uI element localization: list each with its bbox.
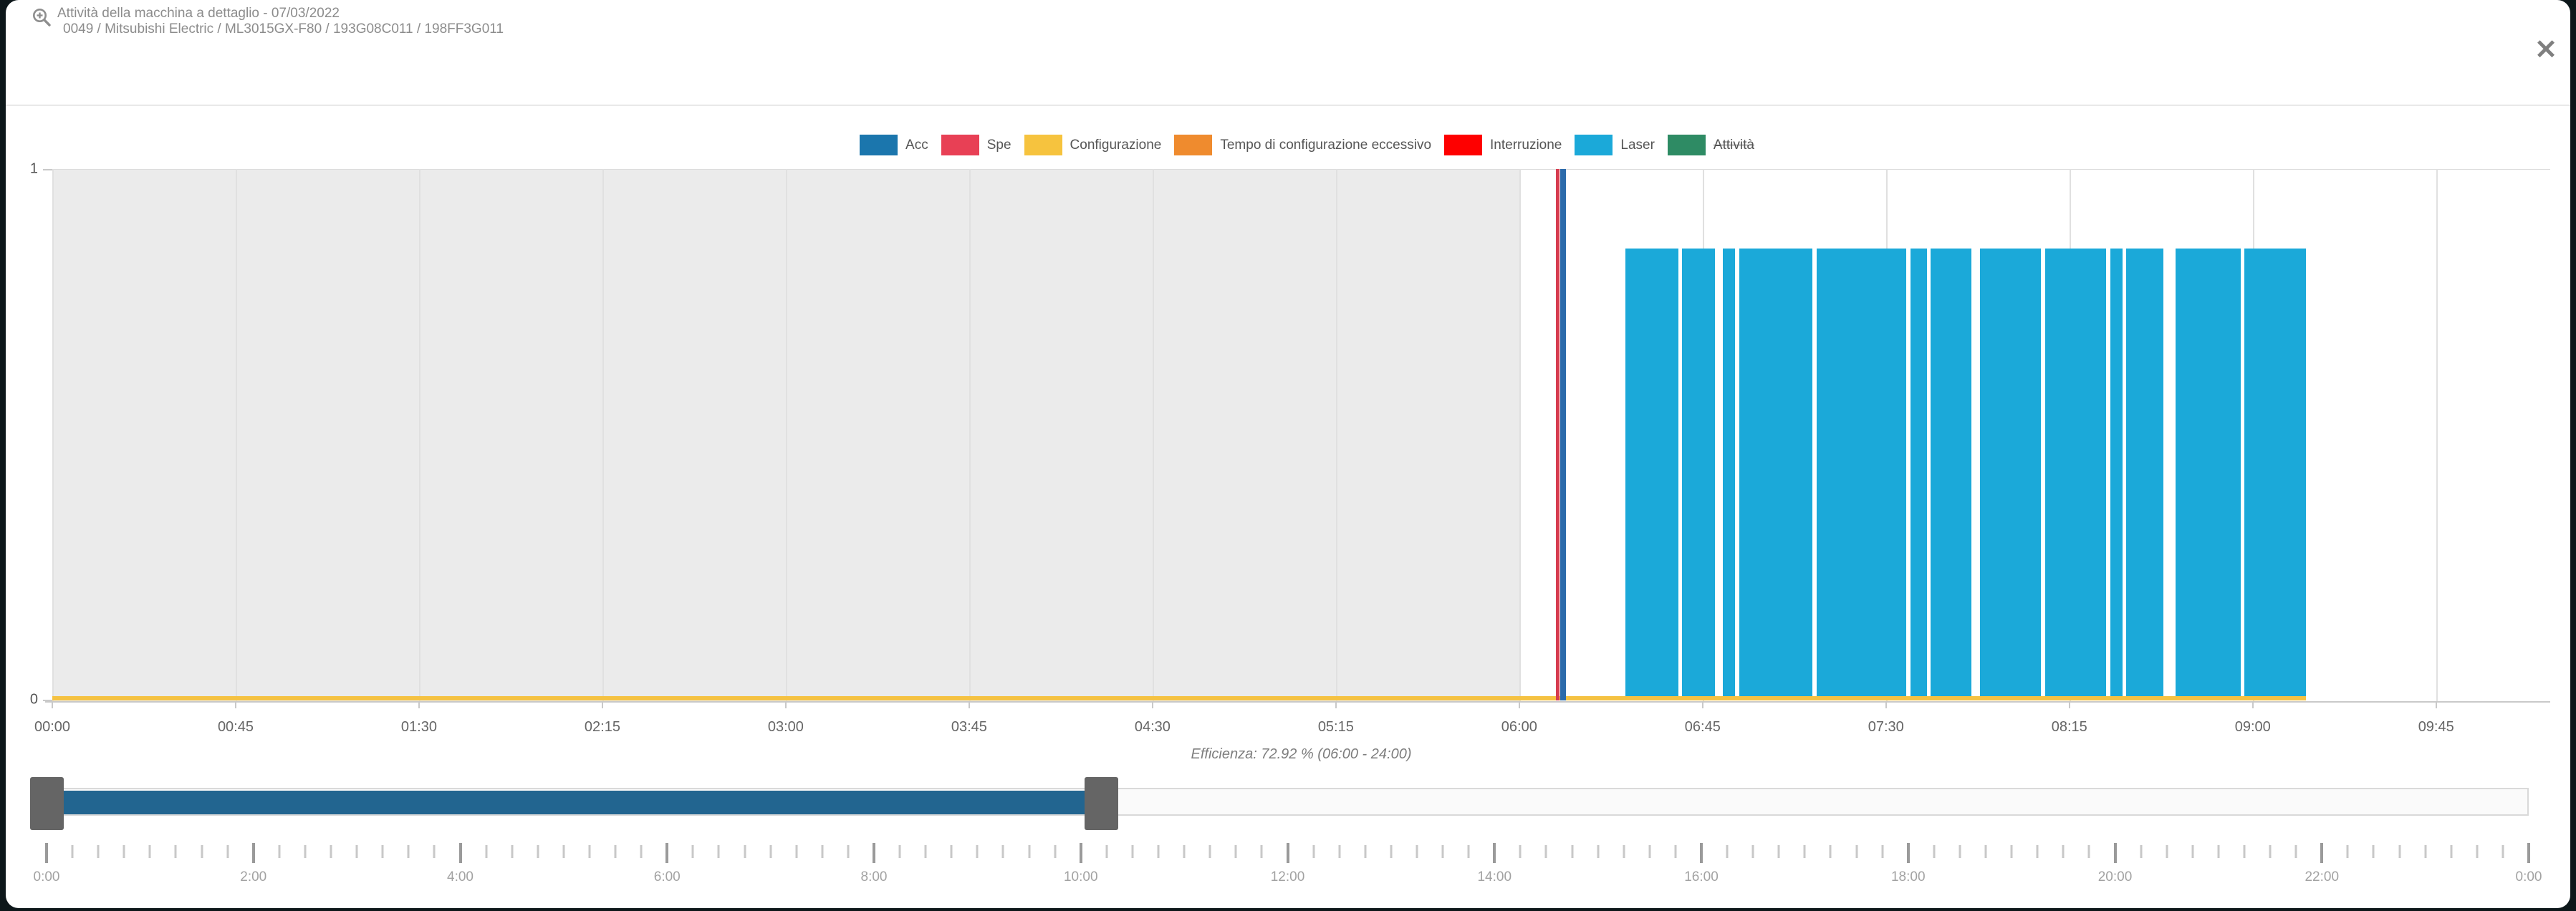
dialog-title: Attività della macchina a dettaglio - 07… — [57, 6, 504, 21]
legend-swatch — [1668, 135, 1706, 155]
legend-label: Laser — [1620, 138, 1655, 153]
legend-item-acc[interactable]: Acc — [860, 135, 928, 155]
legend-swatch — [1024, 135, 1062, 155]
legend-label: Tempo di configurazione eccessivo — [1220, 138, 1431, 153]
dialog-header: Attività della macchina a dettaglio - 07… — [57, 6, 504, 37]
legend-label: Attività — [1714, 138, 1754, 153]
zoom-in-icon — [32, 7, 52, 27]
screen: Attività della macchina a dettaglio - 07… — [0, 0, 2576, 911]
legend-item-spe[interactable]: Spe — [941, 135, 1011, 155]
legend-label: Interruzione — [1490, 138, 1562, 153]
header-divider — [6, 105, 2570, 106]
machine-activity-detail-panel: Attività della macchina a dettaglio - 07… — [6, 0, 2570, 908]
legend-label: Acc — [905, 138, 928, 153]
legend-item-laser[interactable]: Laser — [1575, 135, 1655, 155]
legend-swatch — [860, 135, 898, 155]
legend-swatch — [941, 135, 979, 155]
close-button[interactable]: ✕ — [2529, 33, 2563, 67]
legend-label: Configurazione — [1070, 138, 1162, 153]
legend-swatch — [1575, 135, 1613, 155]
legend-item-attivit-[interactable]: Attività — [1668, 135, 1754, 155]
legend-label: Spe — [987, 138, 1011, 153]
slider-handle-left[interactable] — [30, 777, 64, 830]
dialog-subtitle: 0049 / Mitsubishi Electric / ML3015GX-F8… — [63, 21, 504, 37]
legend-item-configurazione[interactable]: Configurazione — [1024, 135, 1162, 155]
legend-item-tempo-di-configurazione-eccessivo[interactable]: Tempo di configurazione eccessivo — [1174, 135, 1431, 155]
legend-swatch — [1174, 135, 1212, 155]
chart-legend: Acc Spe Configurazione Tempo di configurazi… — [58, 135, 2556, 155]
slider-handle-right[interactable] — [1085, 777, 1118, 830]
legend-item-interruzione[interactable]: Interruzione — [1444, 135, 1562, 155]
legend-swatch — [1444, 135, 1482, 155]
